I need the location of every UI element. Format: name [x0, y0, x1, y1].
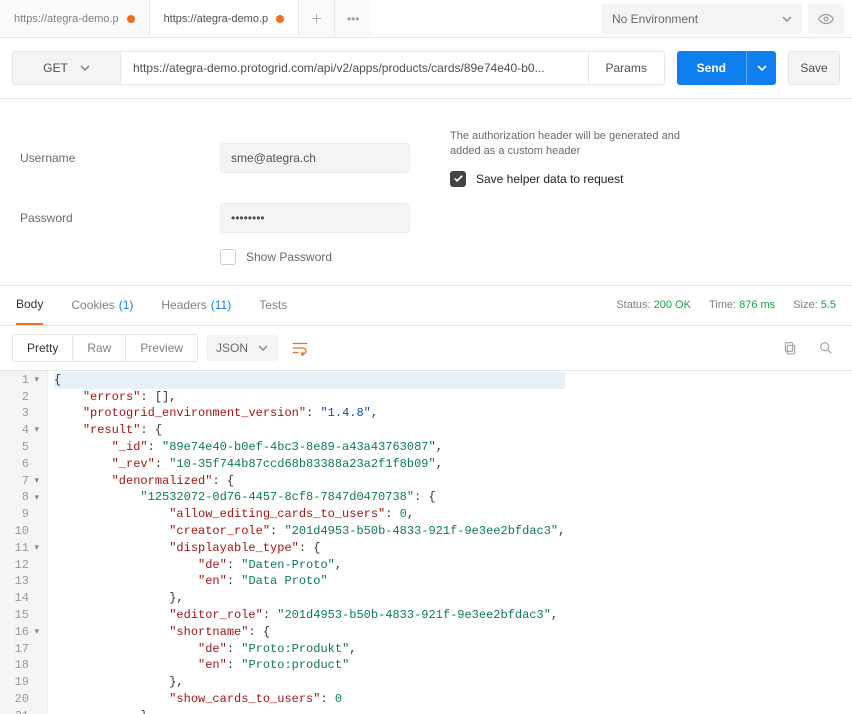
password-label: Password [20, 211, 220, 225]
save-helper-checkbox[interactable] [450, 171, 466, 187]
copy-icon [782, 340, 798, 356]
show-password-checkbox[interactable] [220, 249, 236, 265]
chevron-down-icon [757, 63, 767, 73]
response-language-select[interactable]: JSON [206, 335, 278, 361]
tab-request-1[interactable]: https://ategra-demo.p [150, 0, 300, 37]
dirty-dot-icon [127, 15, 135, 23]
chevron-down-icon [258, 343, 268, 353]
environment-select[interactable]: No Environment [602, 4, 802, 34]
tab-label: https://ategra-demo.p [164, 13, 269, 25]
wrap-lines-button[interactable] [286, 334, 314, 362]
show-password-label: Show Password [246, 250, 332, 264]
params-button[interactable]: Params [589, 51, 665, 85]
response-time: 876 ms [739, 299, 775, 311]
request-tabs: https://ategra-demo.p https://ategra-dem… [0, 0, 596, 37]
username-value: sme@ategra.ch [231, 151, 316, 165]
auth-info-text: The authorization header will be generat… [450, 129, 710, 159]
status-code: 200 OK [654, 299, 691, 311]
new-tab-button[interactable]: ＋ [299, 0, 335, 37]
cookies-count: (1) [119, 298, 134, 312]
password-value: •••••••• [231, 211, 265, 225]
search-response-button[interactable] [812, 334, 840, 362]
chevron-down-icon [80, 63, 90, 73]
environment-value: No Environment [612, 12, 698, 26]
send-button-label: Send [677, 51, 746, 85]
search-icon [818, 340, 834, 356]
copy-response-button[interactable] [776, 334, 804, 362]
response-body-code[interactable]: { "errors": [], "protogrid_environment_v… [48, 371, 571, 714]
chevron-down-icon [782, 14, 792, 24]
password-input[interactable]: •••••••• [220, 203, 410, 233]
cookies-label: Cookies [71, 298, 114, 312]
tab-label: https://ategra-demo.p [14, 13, 119, 25]
format-tab-preview[interactable]: Preview [126, 335, 197, 361]
more-tabs-button[interactable]: ••• [335, 0, 371, 37]
request-url-input[interactable]: https://ategra-demo.protogrid.com/api/v2… [120, 51, 589, 85]
save-button[interactable]: Save [788, 51, 840, 85]
format-tab-raw[interactable]: Raw [73, 335, 126, 361]
headers-label: Headers [161, 298, 206, 312]
response-status: Status: 200 OK Time: 876 ms Size: 5.5 [616, 299, 836, 311]
response-tab-body[interactable]: Body [16, 286, 43, 325]
response-size: 5.5 [821, 299, 836, 311]
username-input[interactable]: sme@ategra.ch [220, 143, 410, 173]
dirty-dot-icon [276, 15, 284, 23]
word-wrap-icon [291, 339, 309, 357]
http-method-value: GET [43, 61, 68, 75]
request-url-value: https://ategra-demo.protogrid.com/api/v2… [133, 61, 545, 75]
response-tab-tests[interactable]: Tests [259, 286, 287, 325]
check-icon [453, 173, 464, 184]
environment-quicklook-button[interactable] [808, 4, 844, 34]
tab-request-0[interactable]: https://ategra-demo.p [0, 0, 150, 37]
eye-icon [817, 10, 835, 28]
send-more-button[interactable] [746, 51, 776, 85]
send-button[interactable]: Send [677, 51, 776, 85]
username-label: Username [20, 151, 220, 165]
response-language-value: JSON [216, 341, 248, 355]
response-tab-cookies[interactable]: Cookies (1) [71, 286, 133, 325]
http-method-select[interactable]: GET [12, 51, 120, 85]
response-tab-headers[interactable]: Headers (11) [161, 286, 231, 325]
headers-count: (11) [211, 298, 231, 312]
save-helper-label: Save helper data to request [476, 171, 623, 187]
format-tab-pretty[interactable]: Pretty [13, 335, 73, 361]
code-gutter: 1▾234▾567▾8▾91011▾1213141516▾17181920212… [0, 371, 48, 714]
